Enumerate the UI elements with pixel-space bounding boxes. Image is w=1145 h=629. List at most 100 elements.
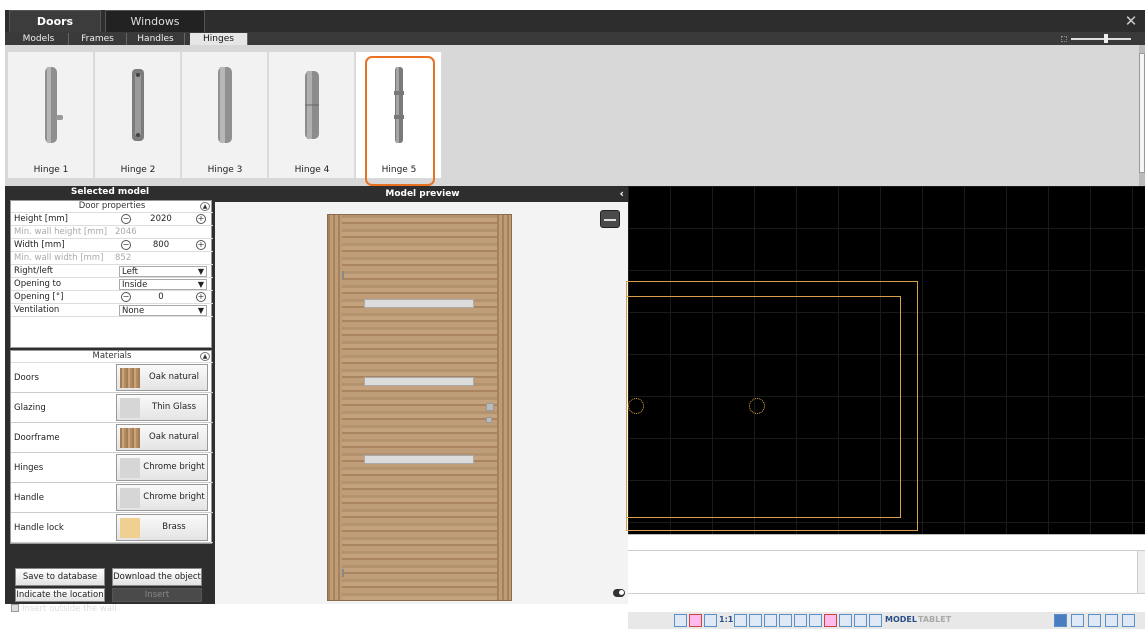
monitor-icon[interactable] <box>1088 614 1101 627</box>
opening-angle-label: Opening [°] <box>14 292 64 302</box>
material-button-glazing[interactable]: Thin Glass <box>116 394 208 421</box>
decrement-icon[interactable]: − <box>121 214 131 224</box>
material-button-handle-lock[interactable]: Brass <box>116 514 208 541</box>
preview-title: Model preview <box>385 189 460 199</box>
increment-icon[interactable]: + <box>196 214 206 224</box>
save-to-database-button[interactable]: Save to database <box>15 568 105 586</box>
light-source-icon[interactable] <box>628 398 644 414</box>
hinge-card-3[interactable]: Hinge 3 <box>182 52 268 178</box>
properties-icon[interactable] <box>869 614 882 627</box>
right-left-select[interactable]: Left ▼ <box>119 266 207 277</box>
ventilation-label: Ventilation <box>14 305 60 315</box>
height-stepper[interactable]: − 2020 + <box>119 214 207 225</box>
insert-button[interactable]: Insert <box>112 588 202 602</box>
hinge-card-2[interactable]: Hinge 2 <box>95 52 181 178</box>
gear-icon[interactable] <box>1054 614 1067 627</box>
model-preview[interactable] <box>215 202 628 604</box>
ortho-icon[interactable] <box>689 614 702 627</box>
width-stepper[interactable]: − 800 + <box>119 240 207 251</box>
hinge-thumbnail <box>356 52 442 157</box>
decrement-icon[interactable]: − <box>121 240 131 250</box>
ventilation-row: Ventilation None ▼ <box>11 304 213 317</box>
indicate-location-button[interactable]: Indicate the location <box>15 588 105 602</box>
hinge-gallery: Hinge 1 Hinge 2 Hinge 3 Hinge 4 Hinge 5 <box>5 45 1145 186</box>
otrack-icon[interactable] <box>764 614 777 627</box>
tab-models[interactable]: Models <box>9 33 69 45</box>
grid-icon[interactable] <box>779 614 792 627</box>
sub-tab-bar: Models Frames Handles Hinges <box>5 32 1145 45</box>
grid-icon <box>1061 36 1067 42</box>
oak-swatch <box>120 428 140 448</box>
decrement-icon[interactable]: − <box>121 292 131 302</box>
material-row-handle-lock: Handle lock Brass <box>11 513 213 543</box>
cad-viewport[interactable] <box>626 186 1145 534</box>
hinge-card-5[interactable]: Hinge 5 <box>356 52 442 186</box>
gallery-scrollbar[interactable] <box>1139 45 1145 186</box>
divider <box>628 593 1145 594</box>
ucs-icon[interactable] <box>794 614 807 627</box>
increment-icon[interactable]: + <box>196 292 206 302</box>
opening-angle-stepper[interactable]: − 0 + <box>119 292 207 303</box>
hinge-card-4[interactable]: Hinge 4 <box>269 52 355 178</box>
height-value[interactable]: 2020 <box>141 214 181 224</box>
command-line-area[interactable] <box>628 534 1145 612</box>
opening-to-select[interactable]: Inside ▼ <box>119 279 207 290</box>
power-icon[interactable] <box>1122 614 1135 627</box>
download-object-button[interactable]: Download the object <box>112 568 202 586</box>
increment-icon[interactable]: + <box>196 240 206 250</box>
command-scrollbar[interactable] <box>1137 551 1145 593</box>
light-source-icon[interactable] <box>749 398 765 414</box>
hinge-label: Hinge 4 <box>294 165 330 175</box>
lineweight-icon[interactable] <box>809 614 822 627</box>
chrome-swatch <box>120 488 140 508</box>
opening-angle-value[interactable]: 0 <box>141 292 181 302</box>
toggle-icon[interactable] <box>613 589 625 597</box>
material-button-doorframe[interactable]: Oak natural <box>116 424 208 451</box>
user-icon[interactable] <box>1071 614 1084 627</box>
osnap-icon[interactable] <box>749 614 762 627</box>
scrollbar-thumb[interactable] <box>1139 53 1145 173</box>
transparency-icon[interactable] <box>839 614 852 627</box>
tab-frames[interactable]: Frames <box>69 33 127 45</box>
windows-icon[interactable] <box>1105 614 1118 627</box>
dynamic-input-icon[interactable] <box>854 614 867 627</box>
width-value[interactable]: 800 <box>141 240 181 250</box>
divider <box>628 550 1145 551</box>
model-toggle[interactable]: MODEL <box>885 615 917 624</box>
thumbnail-size-slider[interactable] <box>1061 34 1141 43</box>
top-tab-bar: Doors Windows ✕ <box>5 10 1145 32</box>
slider-knob[interactable] <box>1104 34 1108 43</box>
material-button-hinges[interactable]: Chrome bright <box>116 454 208 481</box>
tab-handles[interactable]: Handles <box>127 33 185 45</box>
hinge-thumbnail <box>269 52 355 157</box>
clock-icon[interactable] <box>824 614 837 627</box>
slider-track <box>1071 38 1131 40</box>
material-button-handle[interactable]: Chrome bright <box>116 484 208 511</box>
grid-snap-icon[interactable] <box>674 614 687 627</box>
dimensions-icon[interactable] <box>600 210 620 228</box>
tab-hinges[interactable]: Hinges <box>190 33 248 45</box>
opening-angle-row: Opening [°] − 0 + <box>11 291 213 304</box>
glass-strip <box>364 455 474 464</box>
door-hinge <box>342 569 344 577</box>
tab-windows[interactable]: Windows <box>105 10 205 32</box>
door-properties-section: Door properties ▲ Height [mm] − 2020 + M… <box>10 200 213 348</box>
insert-outside-wall-checkbox[interactable]: Insert outside the wall <box>11 604 117 614</box>
material-label: Handle <box>14 493 44 503</box>
material-button-doors[interactable]: Oak natural <box>116 364 208 391</box>
polar-icon[interactable] <box>734 614 747 627</box>
collapse-icon[interactable]: ▲ <box>200 352 210 361</box>
checkbox-icon[interactable] <box>11 604 19 612</box>
collapse-panel-icon[interactable]: ‹ <box>619 186 624 202</box>
tablet-toggle[interactable]: TABLET <box>918 615 951 624</box>
ventilation-select[interactable]: None ▼ <box>119 305 207 316</box>
material-name: Chrome bright <box>143 492 205 502</box>
tab-doors[interactable]: Doors <box>9 10 101 32</box>
angle-icon[interactable] <box>704 614 717 627</box>
material-row-handle: Handle Chrome bright <box>11 483 213 513</box>
scale-label[interactable]: 1:1 <box>719 615 733 624</box>
close-icon[interactable]: ✕ <box>1123 13 1139 29</box>
material-name: Chrome bright <box>143 462 205 472</box>
collapse-icon[interactable]: ▲ <box>200 202 210 211</box>
hinge-card-1[interactable]: Hinge 1 <box>8 52 94 178</box>
